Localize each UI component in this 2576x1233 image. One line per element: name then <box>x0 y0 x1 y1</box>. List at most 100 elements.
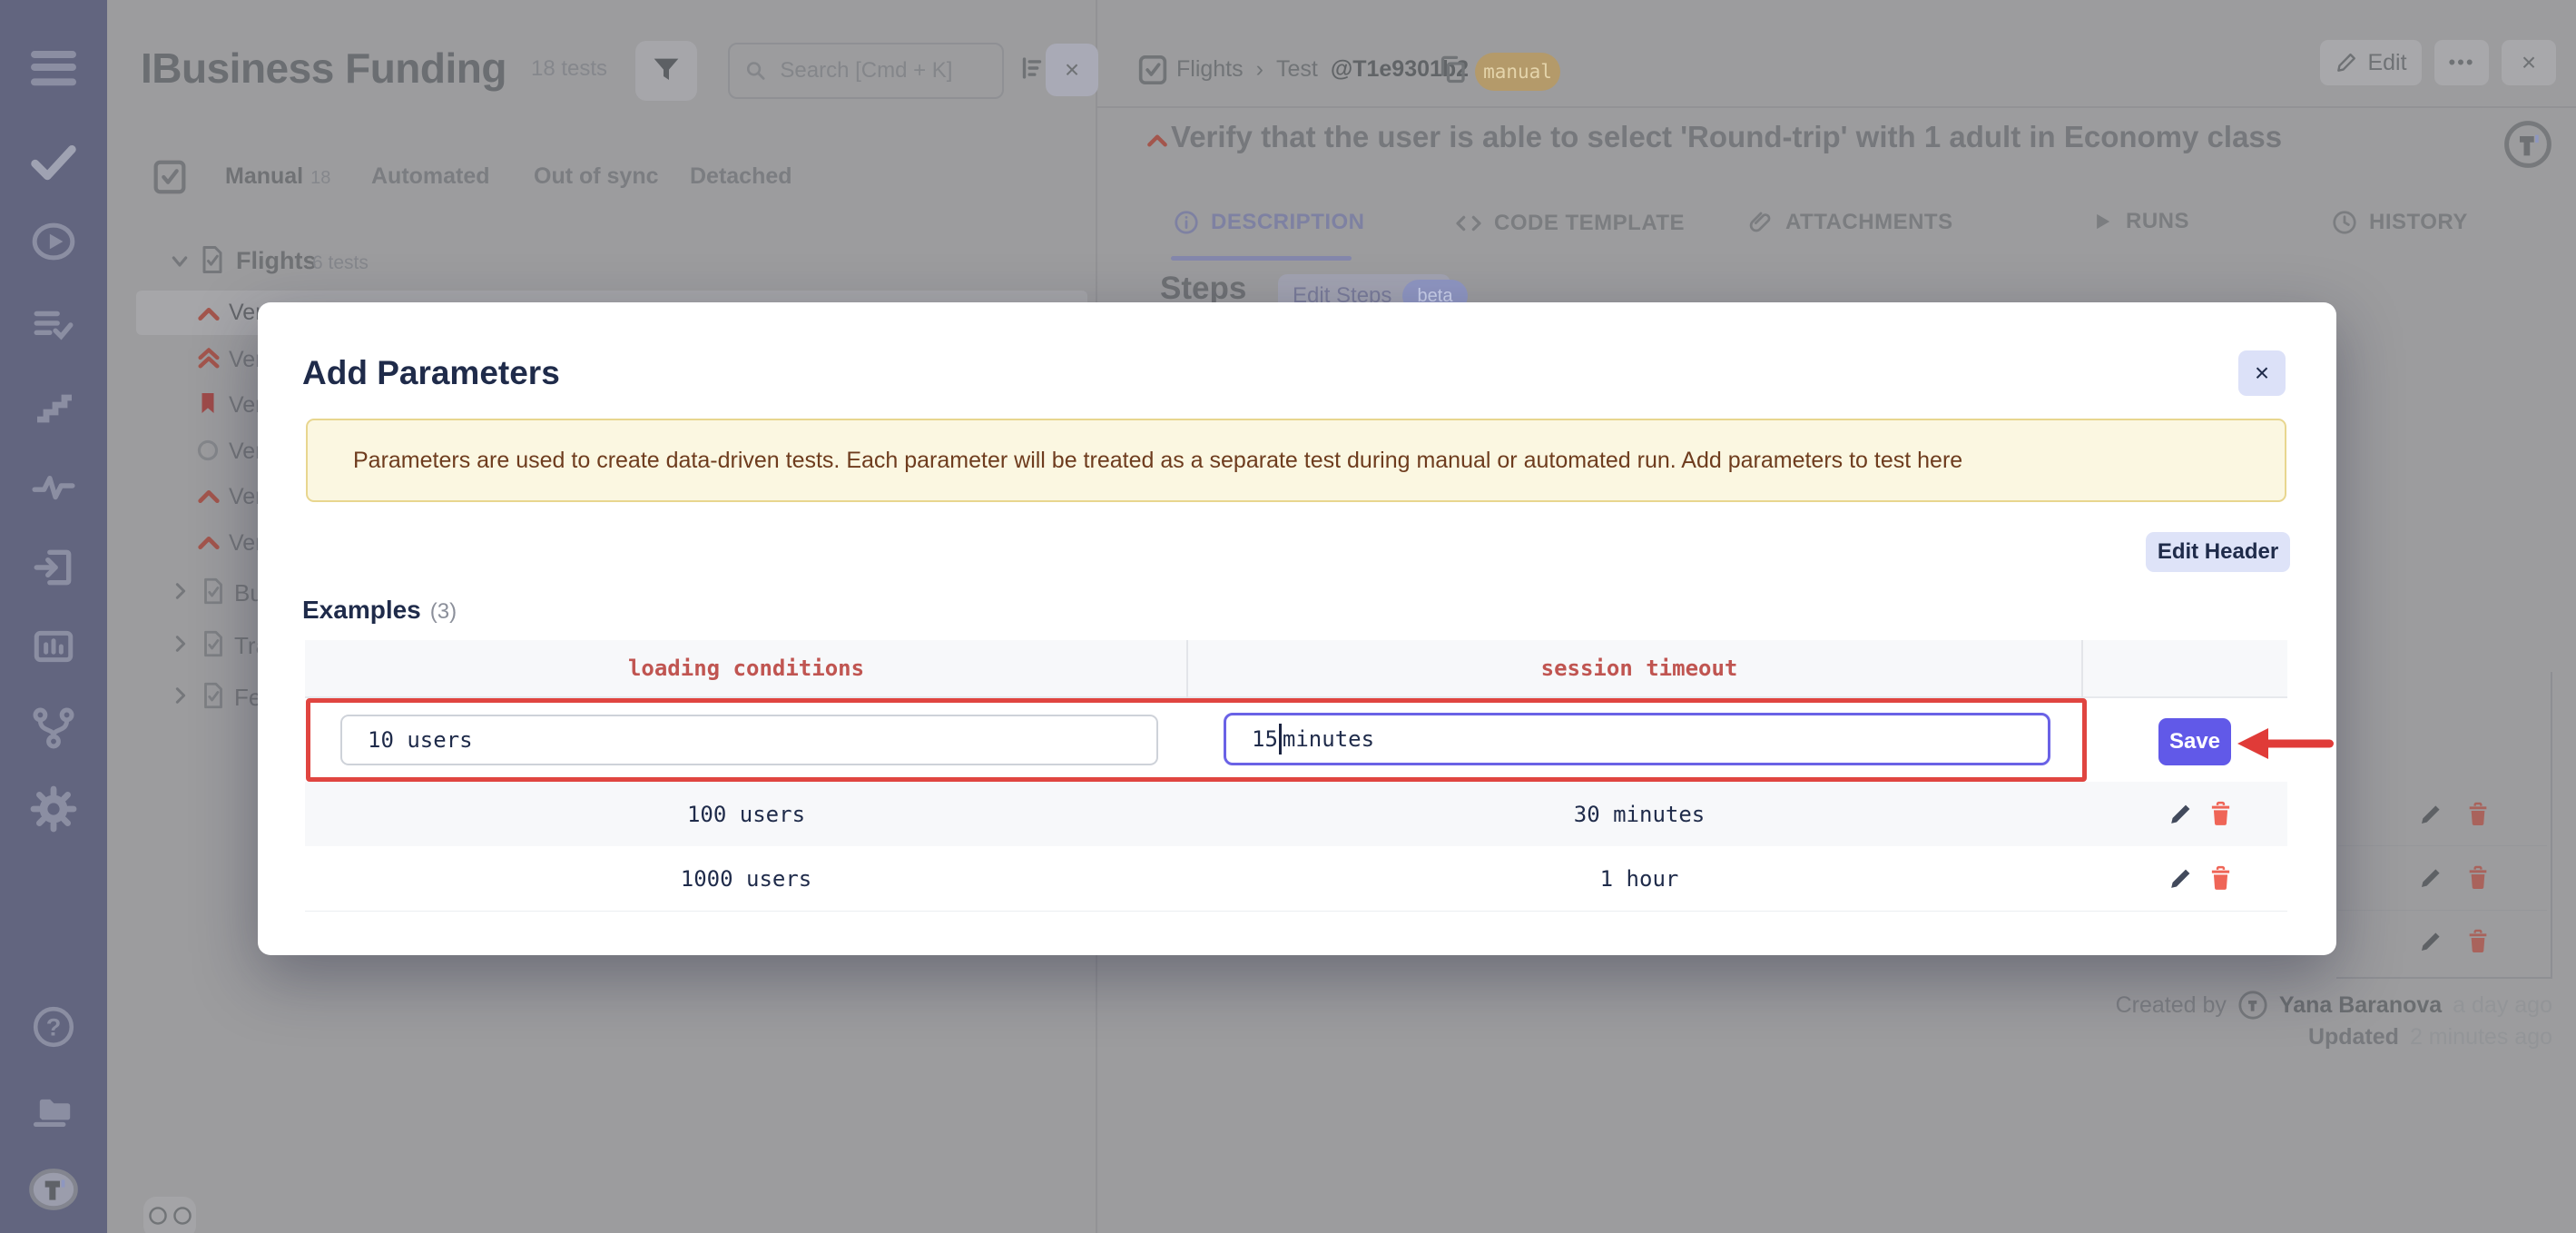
background-row-divider <box>2338 845 2547 846</box>
branches-icon[interactable] <box>0 703 107 754</box>
author-avatar <box>2237 990 2268 1021</box>
modal-title: Add Parameters <box>302 354 560 392</box>
cell-session-timeout: 1 hour <box>1600 866 1679 892</box>
author-name[interactable]: Yana Baranova <box>2279 992 2442 1019</box>
more-options-button[interactable]: ••• <box>2434 40 2489 85</box>
help-icon[interactable]: ? <box>0 1001 107 1052</box>
example-row <box>305 782 2287 846</box>
search-input[interactable] <box>778 57 988 84</box>
project-title: IBusiness Funding <box>141 44 506 93</box>
tab-out-of-sync[interactable]: Out of sync <box>534 163 659 190</box>
save-button[interactable]: Save <box>2158 718 2231 765</box>
suite-doc-icon <box>198 680 229 711</box>
trash-icon[interactable] <box>2463 863 2492 893</box>
play-icon <box>2089 209 2115 234</box>
pulse-analytics-icon[interactable] <box>0 460 107 511</box>
suite-doc-icon <box>198 628 229 659</box>
suite-doc-icon <box>198 576 229 607</box>
runs-play-icon[interactable] <box>0 216 107 267</box>
chevron-right-icon[interactable] <box>171 581 191 601</box>
tab-runs[interactable]: RUNS <box>2089 209 2189 234</box>
caret-up-icon <box>196 484 223 511</box>
caret-up-icon <box>196 301 223 329</box>
tab-manual[interactable]: Manual18 <box>225 163 330 190</box>
breadcrumb: Flights › Test @T1e9301b2 <box>1176 56 1469 83</box>
filter-funnel-button[interactable] <box>635 41 697 101</box>
tab-automated[interactable]: Automated <box>371 163 490 190</box>
edit-test-button[interactable]: Edit <box>2320 40 2422 85</box>
breadcrumb-suite[interactable]: Flights <box>1176 56 1244 83</box>
close-panel-button[interactable]: × <box>2502 40 2556 85</box>
edit-row-pencil-icon[interactable] <box>2166 799 2196 829</box>
chevron-down-icon[interactable] <box>169 251 191 272</box>
tab-description[interactable]: DESCRIPTION <box>1173 209 1365 236</box>
delete-row-trash-icon[interactable] <box>2206 799 2236 829</box>
clear-filter-button[interactable]: × <box>1046 44 1098 96</box>
param-input-session-timeout[interactable]: 15 minutes <box>1224 713 2050 765</box>
paperclip-icon <box>1747 209 1775 236</box>
background-card-border <box>2336 977 2552 979</box>
reports-chart-icon[interactable] <box>0 621 107 672</box>
breadcrumb-separator: › <box>1256 56 1263 83</box>
circle-icon <box>196 439 223 466</box>
updated-row: Updated 2 minutes ago <box>2308 1024 2552 1051</box>
breadcrumb-test-label: Test <box>1276 56 1318 83</box>
text-cursor <box>1279 724 1282 755</box>
table-bottom-border <box>305 911 2287 912</box>
chevron-right-icon[interactable] <box>171 686 191 705</box>
filter-lines-icon[interactable] <box>1017 53 1047 84</box>
column-header-session-timeout: session timeout <box>1541 656 1738 681</box>
app-root: ? IBusiness Funding 18 tests × Manual18 … <box>0 0 2576 1233</box>
test-plans-icon[interactable] <box>0 300 107 350</box>
import-icon[interactable] <box>0 542 107 593</box>
input-text-after-cursor: minutes <box>1283 726 1374 752</box>
param-input-loading-conditions[interactable] <box>340 715 1158 765</box>
menu-icon[interactable] <box>0 42 107 93</box>
tab-detached[interactable]: Detached <box>690 163 792 190</box>
at-icon <box>148 1206 168 1226</box>
examples-count: (3) <box>430 599 457 624</box>
search-box[interactable] <box>728 43 1004 99</box>
info-icon <box>1173 209 1200 236</box>
settings-gear-icon[interactable] <box>0 784 107 834</box>
svg-text:?: ? <box>46 1012 62 1041</box>
priority-caret-icon <box>1145 129 1169 153</box>
tab-attachments[interactable]: ATTACHMENTS <box>1747 209 1953 236</box>
delete-row-trash-icon[interactable] <box>2206 863 2236 893</box>
projects-folder-icon[interactable] <box>0 1082 107 1133</box>
test-title: Verify that the user is able to select '… <box>1171 120 2576 154</box>
created-ago: a day ago <box>2453 992 2552 1019</box>
trash-icon[interactable] <box>2463 927 2492 956</box>
manual-badge: manual <box>1475 53 1560 91</box>
suite-flights-label[interactable]: Flights <box>236 247 317 275</box>
trash-icon[interactable] <box>2463 800 2492 829</box>
pencil-icon[interactable] <box>2416 800 2445 829</box>
background-row-divider <box>2338 910 2547 911</box>
mention-pill[interactable] <box>143 1197 196 1233</box>
edit-row-pencil-icon[interactable] <box>2166 863 2196 893</box>
tests-check-icon[interactable] <box>0 136 107 187</box>
annotation-arrow-icon <box>2236 723 2337 764</box>
edit-header-button[interactable]: Edit Header <box>2146 532 2290 572</box>
tab-attachments-label: ATTACHMENTS <box>1785 210 1953 235</box>
tab-history[interactable]: HISTORY <box>2331 209 2468 236</box>
copy-icon[interactable] <box>1436 53 1469 85</box>
examples-label: Examples <box>302 596 421 624</box>
steps-stairs-icon[interactable] <box>0 380 107 430</box>
pencil-icon[interactable] <box>2416 927 2445 956</box>
tab-code-template[interactable]: CODE TEMPLATE <box>1454 209 1685 238</box>
double-caret-up-icon <box>196 345 223 372</box>
checklist-icon <box>149 156 191 198</box>
tab-manual-label: Manual <box>225 163 303 189</box>
input-text-before-cursor: 15 <box>1252 726 1278 752</box>
sidebar-logo-icon[interactable] <box>0 1164 107 1215</box>
pencil-icon[interactable] <box>2416 863 2445 893</box>
chevron-right-icon[interactable] <box>171 634 191 654</box>
modal-close-button[interactable]: × <box>2238 350 2286 396</box>
breadcrumb-divider <box>1096 106 2576 108</box>
at-icon <box>172 1206 192 1226</box>
tab-runs-label: RUNS <box>2126 209 2189 234</box>
active-tab-underline <box>1171 256 1352 261</box>
column-header-loading-conditions: loading conditions <box>628 656 864 681</box>
updated-label: Updated <box>2308 1024 2399 1051</box>
